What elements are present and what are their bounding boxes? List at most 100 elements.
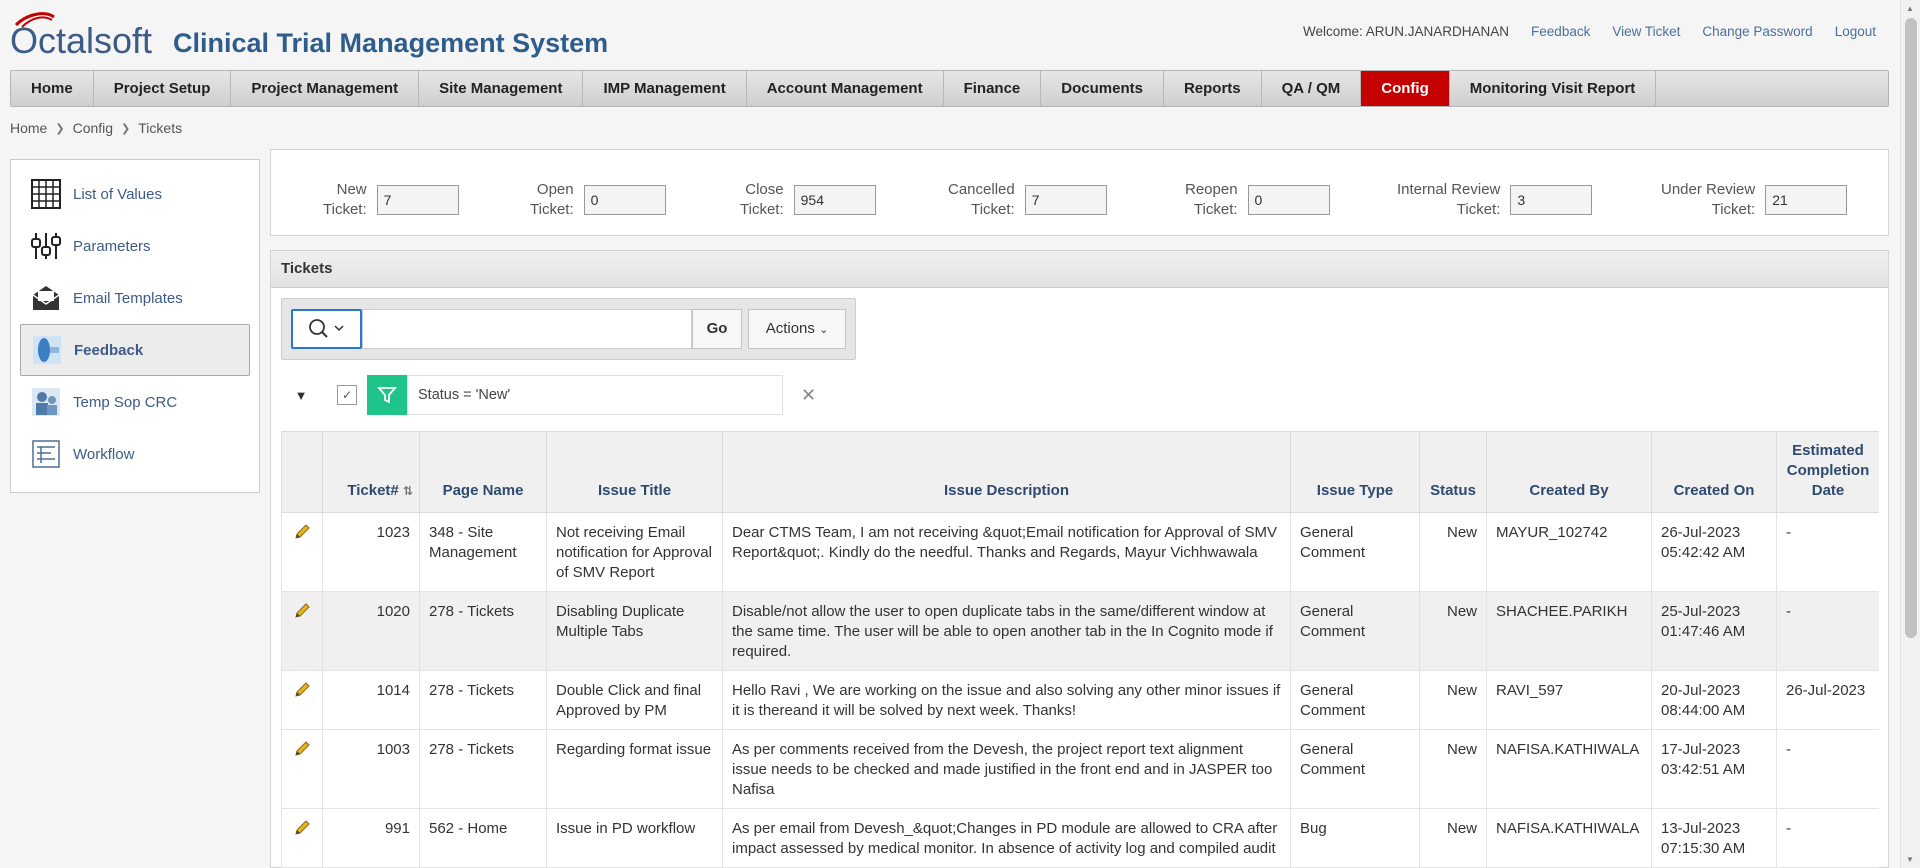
nav-qa-qm[interactable]: QA / QM: [1262, 71, 1362, 106]
issue-title: Double Click and final Approved by PM: [546, 670, 723, 730]
nav-config[interactable]: Config: [1361, 71, 1450, 106]
chevron-right-icon: ❯: [121, 122, 131, 135]
column-header-created-on[interactable]: Created On: [1651, 431, 1777, 513]
edit-pencil-icon[interactable]: [281, 808, 323, 868]
column-header-status[interactable]: Status: [1419, 431, 1487, 513]
chevron-right-icon: ❯: [55, 122, 65, 135]
tickets-region: Tickets Go Actions ⌄ ▼ ✓ Status = 'New' …: [270, 250, 1889, 868]
under-review-ticket-field[interactable]: 21: [1765, 185, 1848, 215]
created-by: MAYUR_102742: [1486, 512, 1652, 592]
feedback-link[interactable]: Feedback: [1531, 24, 1590, 39]
scroll-thumb[interactable]: [1905, 18, 1917, 638]
ticket-number: 1023: [322, 512, 420, 592]
change-password-link[interactable]: Change Password: [1702, 24, 1812, 39]
column-header-page-name[interactable]: Page Name: [419, 431, 547, 513]
breadcrumb-config[interactable]: Config: [73, 120, 113, 136]
header: Octalsoft Clinical Trial Management Syst…: [0, 0, 1896, 68]
column-header-issue-type[interactable]: Issue Type: [1290, 431, 1420, 513]
logo-graphic: Octalsoft: [10, 12, 152, 61]
status: New: [1419, 591, 1487, 671]
status: New: [1419, 729, 1487, 809]
sidebar: List of Values Parameters Email Template…: [10, 159, 260, 493]
issue-description: Dear CTMS Team, I am not receiving &quot…: [722, 512, 1291, 592]
estimated-completion-date: 26-Jul-2023: [1776, 670, 1879, 730]
issue-type: General Comment: [1290, 670, 1420, 730]
breadcrumb-home[interactable]: Home: [10, 120, 47, 136]
edit-pencil-icon[interactable]: [281, 670, 323, 730]
column-header-estimated-completion-date[interactable]: Estimated Completion Date: [1776, 431, 1879, 513]
open-ticket-field[interactable]: 0: [583, 185, 666, 215]
region-title: Tickets: [271, 251, 1888, 288]
cancelled-ticket-field[interactable]: 7: [1024, 185, 1107, 215]
close-icon[interactable]: ✕: [801, 385, 816, 406]
report-toolbar: Go Actions ⌄: [281, 298, 856, 360]
issue-title: Disabling Duplicate Multiple Tabs: [546, 591, 723, 671]
breadcrumb-tickets: Tickets: [138, 120, 183, 136]
issue-title: Issue in PD workflow: [546, 808, 723, 868]
page-name: 348 - Site Management: [419, 512, 547, 592]
issue-type: General Comment: [1290, 591, 1420, 671]
close-ticket-counter: Close Ticket: 954: [740, 180, 876, 220]
actions-label: Actions: [765, 320, 815, 337]
created-by: NAFISA.KATHIWALA: [1486, 729, 1652, 809]
column-header-issue-title[interactable]: Issue Title: [546, 431, 723, 513]
scroll-down-arrow-icon[interactable]: ▼: [1906, 855, 1914, 864]
sidebar-item-label: Email Templates: [73, 289, 183, 307]
go-button[interactable]: Go: [692, 309, 742, 349]
internal-review-ticket-field[interactable]: 3: [1510, 185, 1593, 215]
sidebar-item-email-templates[interactable]: Email Templates: [20, 272, 250, 324]
filter-text[interactable]: Status = 'New': [407, 375, 783, 415]
nav-documents[interactable]: Documents: [1041, 71, 1164, 106]
logo-text: Octalsoft: [10, 20, 152, 61]
logout-link[interactable]: Logout: [1835, 24, 1876, 39]
page-name: 278 - Tickets: [419, 591, 547, 671]
estimated-completion-date: -: [1776, 512, 1879, 592]
sidebar-item-parameters[interactable]: Parameters: [20, 220, 250, 272]
ticket-number: 1020: [322, 591, 420, 671]
close-ticket-field[interactable]: 954: [793, 185, 876, 215]
page-scrollbar[interactable]: ▲ ▼: [1900, 0, 1920, 868]
column-header-issue-description[interactable]: Issue Description: [722, 431, 1291, 513]
tickets-table: Ticket# ⇅ Page Name Issue Title Issue De…: [281, 431, 1879, 868]
sidebar-item-label: Feedback: [74, 341, 144, 359]
collapse-toggle-icon[interactable]: ▼: [281, 388, 321, 403]
estimated-completion-date: -: [1776, 729, 1879, 809]
column-header-created-by[interactable]: Created By: [1486, 431, 1652, 513]
filter-enable-checkbox[interactable]: ✓: [337, 385, 357, 405]
sidebar-item-feedback[interactable]: Feedback: [20, 324, 250, 376]
created-on: 20-Jul-2023 08:44:00 AM: [1651, 670, 1777, 730]
sidebar-item-list-of-values[interactable]: List of Values: [20, 168, 250, 220]
ticket-counters: New Ticket: 7 Open Ticket: 0 Close Ticket: …: [270, 149, 1889, 236]
edit-pencil-icon[interactable]: [281, 729, 323, 809]
nav-site-management[interactable]: Site Management: [419, 71, 584, 106]
ticket-number: 1003: [322, 729, 420, 809]
issue-type: General Comment: [1290, 729, 1420, 809]
search-input[interactable]: [362, 309, 692, 349]
sidebar-item-temp-sop-crc[interactable]: Temp Sop CRC: [20, 376, 250, 428]
ticket-number: 991: [322, 808, 420, 868]
nav-project-management[interactable]: Project Management: [231, 71, 420, 106]
sidebar-item-workflow[interactable]: Workflow: [20, 428, 250, 480]
page-name: 562 - Home: [419, 808, 547, 868]
nav-finance[interactable]: Finance: [944, 71, 1042, 106]
created-on: 25-Jul-2023 01:47:46 AM: [1651, 591, 1777, 671]
scroll-up-arrow-icon[interactable]: ▲: [1906, 4, 1914, 13]
nav-home[interactable]: Home: [11, 71, 94, 106]
sidebar-item-label: List of Values: [73, 185, 162, 203]
search-icon: [308, 319, 344, 338]
edit-pencil-icon[interactable]: [281, 512, 323, 592]
column-header-ticket[interactable]: Ticket# ⇅: [322, 431, 420, 513]
search-column-select[interactable]: [291, 309, 362, 349]
reopen-ticket-field[interactable]: 0: [1247, 185, 1330, 215]
nav-monitoring-visit-report[interactable]: Monitoring Visit Report: [1450, 71, 1657, 106]
view-ticket-link[interactable]: View Ticket: [1612, 24, 1680, 39]
nav-imp-management[interactable]: IMP Management: [583, 71, 747, 106]
open-ticket-counter: Open Ticket: 0: [530, 180, 666, 220]
page-name: 278 - Tickets: [419, 670, 547, 730]
nav-account-management[interactable]: Account Management: [747, 71, 944, 106]
actions-button[interactable]: Actions ⌄: [748, 309, 846, 349]
edit-pencil-icon[interactable]: [281, 591, 323, 671]
nav-project-setup[interactable]: Project Setup: [94, 71, 232, 106]
new-ticket-field[interactable]: 7: [376, 185, 459, 215]
nav-reports[interactable]: Reports: [1164, 71, 1262, 106]
